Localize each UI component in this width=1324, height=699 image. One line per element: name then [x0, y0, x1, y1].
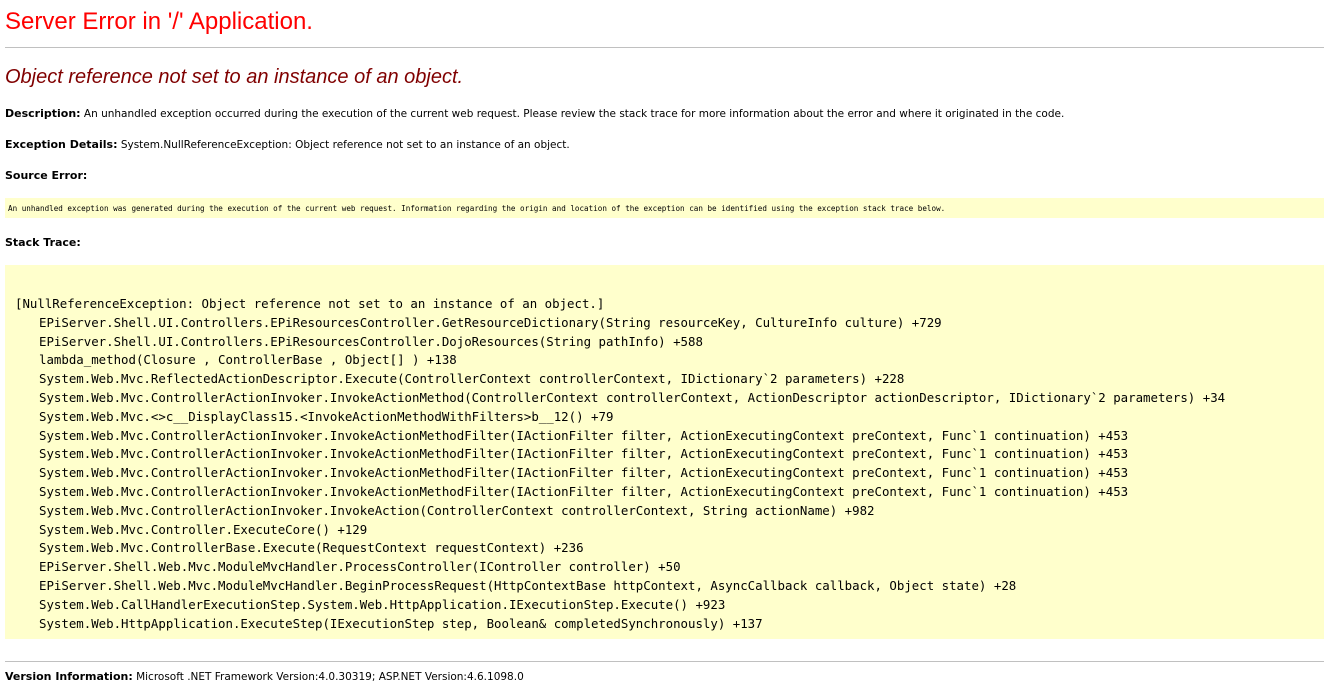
stack-trace-label: Stack Trace: [5, 236, 81, 249]
source-error-label: Source Error: [5, 169, 88, 182]
version-information-label: Version Information: [5, 670, 133, 683]
stack-trace-line: Stack Trace: [5, 236, 81, 249]
stack-frame: System.Web.Mvc.ControllerActionInvoker.I… [39, 389, 1226, 405]
stack-frame: System.Web.Mvc.ControllerActionInvoker.I… [39, 483, 1129, 499]
title-divider [5, 47, 1324, 48]
stack-frame: EPiServer.Shell.UI.Controllers.EPiResour… [39, 314, 942, 330]
stack-frame: System.Web.Mvc.ControllerBase.Execute(Re… [39, 540, 584, 556]
stack-trace-header: [NullReferenceException: Object referenc… [15, 296, 605, 311]
stack-frame: System.Web.Mvc.ControllerActionInvoker.I… [39, 465, 1129, 481]
stack-trace-box: [NullReferenceException: Object referenc… [5, 265, 1324, 639]
page-title: Server Error in '/' Application. [5, 8, 313, 35]
stack-frame: EPiServer.Shell.UI.Controllers.EPiResour… [39, 333, 703, 349]
footer-divider [5, 661, 1324, 662]
stack-frame: System.Web.Mvc.<>c__DisplayClass15.<Invo… [39, 408, 614, 424]
error-message-heading: Object reference not set to an instance … [5, 66, 464, 88]
source-error-line: Source Error: [5, 169, 87, 182]
source-error-box: An unhandled exception was generated dur… [5, 198, 1324, 218]
stack-frame: lambda_method(Closure , ControllerBase ,… [39, 352, 457, 368]
stack-frame: System.Web.Mvc.Controller.ExecuteCore() … [39, 521, 368, 537]
stack-frame: EPiServer.Shell.Web.Mvc.ModuleMvcHandler… [39, 577, 1017, 593]
source-error-text: An unhandled exception was generated dur… [8, 204, 946, 213]
description-label: Description: [5, 107, 81, 120]
stack-frame: System.Web.Mvc.ControllerActionInvoker.I… [39, 446, 1129, 462]
version-information-text: Microsoft .NET Framework Version:4.0.303… [136, 671, 524, 683]
stack-frame: System.Web.Mvc.ControllerActionInvoker.I… [39, 502, 875, 518]
exception-details-line: Exception Details: System.NullReferenceE… [5, 138, 570, 151]
stack-frame: System.Web.Mvc.ReflectedActionDescriptor… [39, 371, 905, 387]
stack-trace-code: [NullReferenceException: Object referenc… [15, 295, 1225, 633]
exception-details-text: System.NullReferenceException: Object re… [120, 139, 570, 151]
exception-details-label: Exception Details: [5, 138, 118, 151]
version-information-line: Version Information: Microsoft .NET Fram… [5, 670, 524, 683]
stack-frame: System.Web.HttpApplication.ExecuteStep(I… [39, 615, 763, 631]
stack-frame: EPiServer.Shell.Web.Mvc.ModuleMvcHandler… [39, 559, 681, 575]
description-text: An unhandled exception occurred during t… [83, 108, 1065, 120]
stack-frame: System.Web.CallHandlerExecutionStep.Syst… [39, 596, 726, 612]
stack-frame: System.Web.Mvc.ControllerActionInvoker.I… [39, 427, 1129, 443]
description-line: Description: An unhandled exception occu… [5, 107, 1064, 120]
